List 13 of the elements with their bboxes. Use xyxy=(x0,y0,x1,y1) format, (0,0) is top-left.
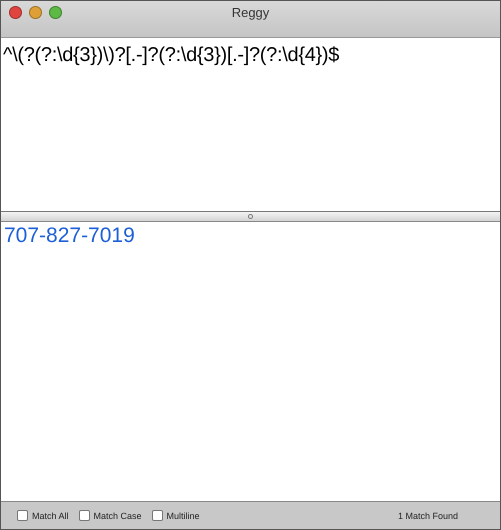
minimize-button[interactable] xyxy=(29,6,42,19)
option-label: Match Case xyxy=(94,510,142,520)
option-label: Match All xyxy=(32,510,69,520)
match-count: 1 Match Found xyxy=(398,510,458,520)
test-text-area[interactable]: 707-827-7019 xyxy=(1,222,500,501)
zoom-button[interactable] xyxy=(49,6,62,19)
window-title: Reggy xyxy=(232,5,270,20)
close-button[interactable] xyxy=(9,6,22,19)
checkbox[interactable] xyxy=(78,510,90,521)
checkbox[interactable] xyxy=(17,510,28,521)
checkbox[interactable] xyxy=(152,510,163,521)
grip-icon xyxy=(248,214,253,219)
option-label: Multiline xyxy=(166,510,200,520)
